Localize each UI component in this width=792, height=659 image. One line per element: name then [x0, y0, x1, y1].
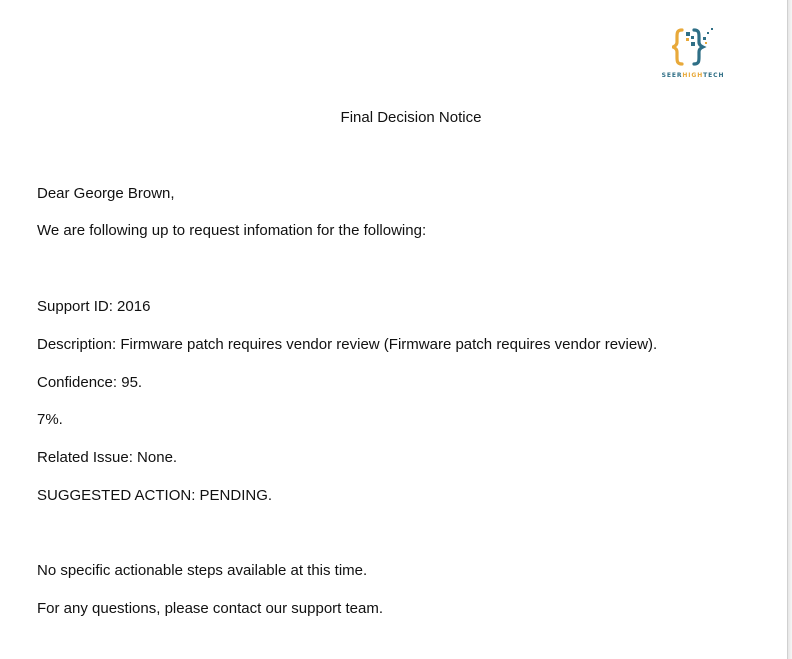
greeting: Dear George Brown, [37, 185, 175, 202]
page-edge-shadow [788, 0, 792, 659]
document-page: SEERHIGHTECH Final Decision Notice Dear … [0, 0, 788, 659]
document-title: Final Decision Notice [340, 109, 482, 126]
intro-text: We are following up to request infomatio… [37, 222, 427, 239]
confidence: Confidence: 95. [37, 374, 143, 391]
actionable-steps: No specific actionable steps available a… [37, 562, 368, 579]
contact-text: For any questions, please contact our su… [37, 600, 384, 617]
confidence-continued: 7%. [37, 411, 63, 428]
braces-logo-icon [672, 28, 713, 66]
related-issue: Related Issue: None. [37, 449, 178, 466]
description: Description: Firmware patch requires ven… [37, 336, 658, 353]
suggested-action: SUGGESTED ACTION: PENDING. [37, 487, 273, 504]
company-logo: SEERHIGHTECH [654, 27, 732, 83]
company-logo-text: SEERHIGHTECH [661, 72, 725, 79]
support-id: Support ID: 2016 [37, 298, 151, 315]
